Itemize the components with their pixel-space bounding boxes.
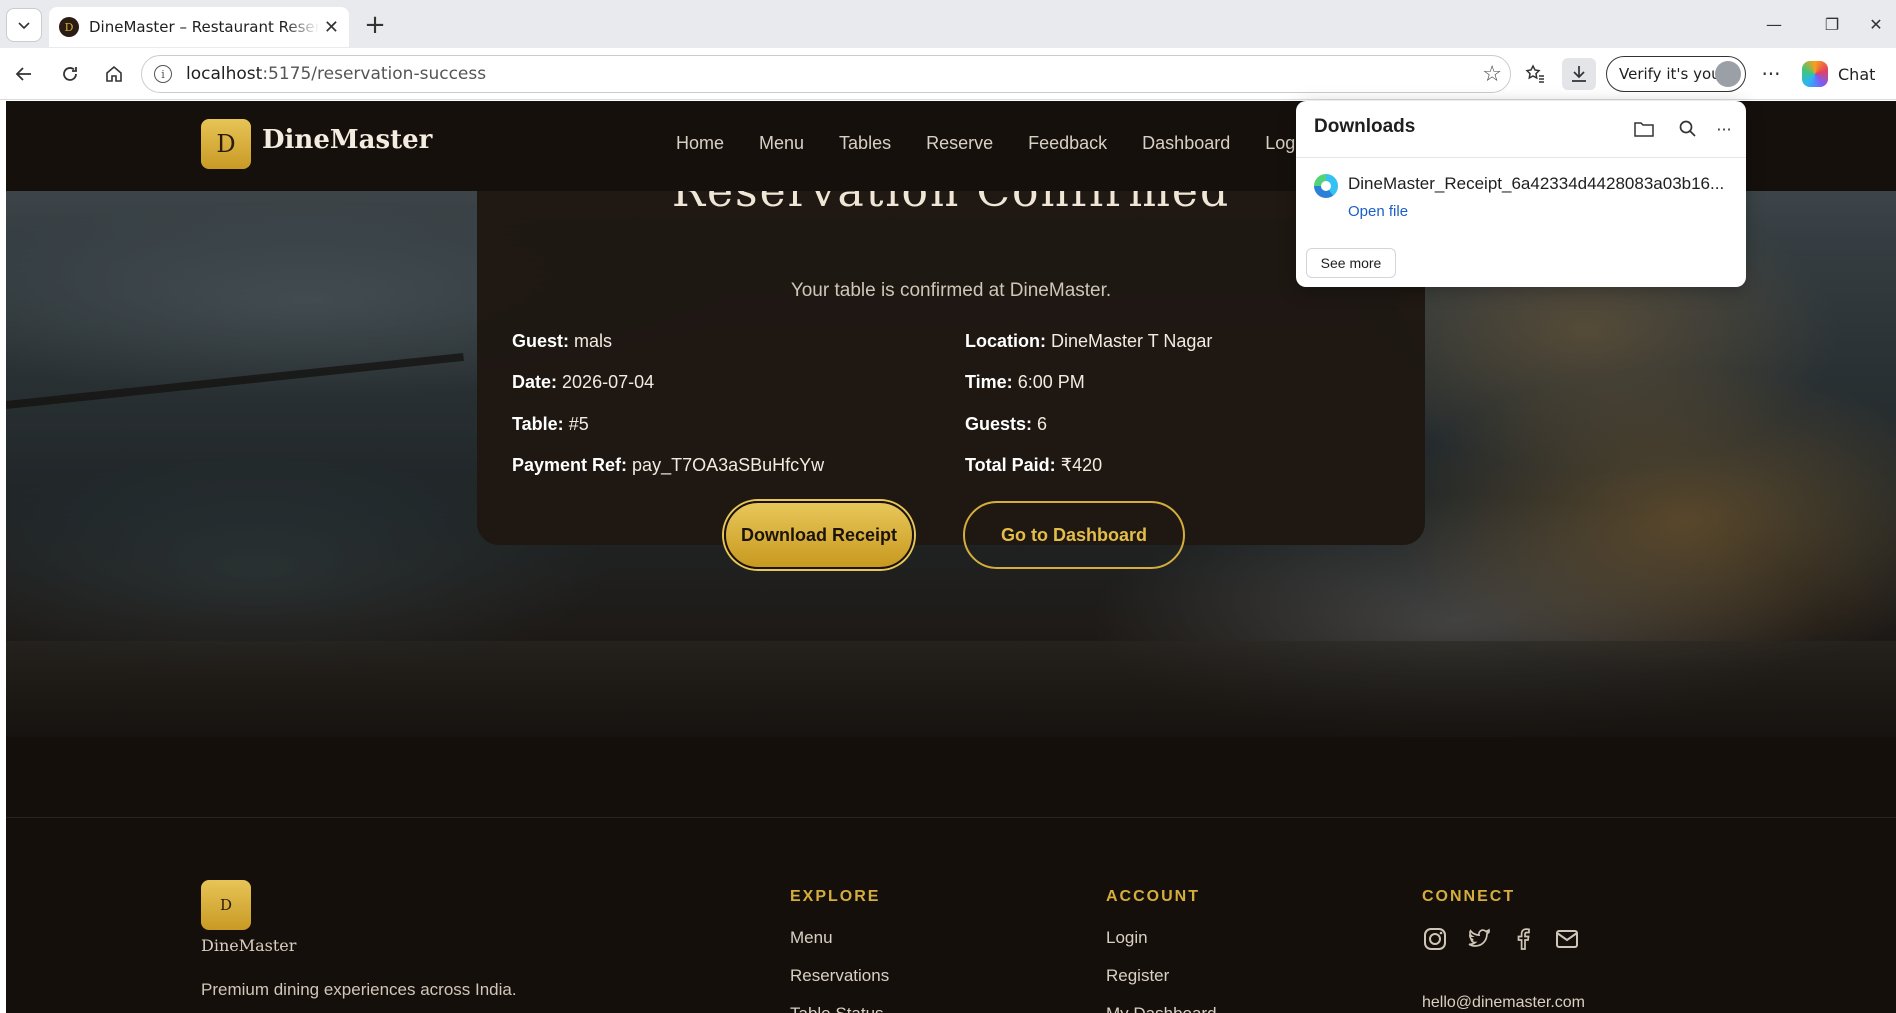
downloads-panel: Downloads ··· DineMaster_Receipt_6a42334…	[1296, 101, 1746, 287]
verify-profile-button[interactable]: Verify it's you	[1606, 56, 1746, 92]
browser-toolbar: i localhost:5175/reservation-success ☆ V…	[0, 48, 1896, 100]
logo[interactable]: D	[201, 119, 251, 169]
browser-tab[interactable]: D DineMaster – Restaurant Reservation ✕	[49, 7, 349, 47]
account-heading: ACCOUNT	[1106, 888, 1200, 905]
facebook-icon[interactable]	[1510, 926, 1536, 952]
confirmation-card: Reservation Confirmed Your table is conf…	[477, 157, 1425, 569]
nav-feedback[interactable]: Feedback	[1028, 133, 1107, 154]
footer-link-login[interactable]: Login	[1106, 928, 1148, 948]
close-window-icon[interactable]: ✕	[1856, 8, 1896, 40]
back-icon[interactable]	[8, 58, 40, 90]
time-detail: Time: 6:00 PM	[965, 372, 1085, 392]
refresh-icon[interactable]	[54, 58, 86, 90]
card-title: Reservation Confirmed	[477, 191, 1425, 211]
footer-email[interactable]: hello@dinemaster.com	[1422, 994, 1585, 1012]
folder-icon[interactable]	[1630, 115, 1658, 143]
restore-icon[interactable]: ❐	[1812, 8, 1852, 40]
tab-actions-button[interactable]	[6, 8, 42, 42]
close-tab-icon[interactable]: ✕	[324, 17, 339, 38]
connect-heading: CONNECT	[1422, 888, 1516, 905]
copilot-icon	[1802, 61, 1828, 87]
home-icon[interactable]	[98, 58, 130, 90]
edge-file-icon	[1314, 174, 1338, 198]
location-detail: Location: DineMaster T Nagar	[965, 331, 1213, 351]
copilot-chat-button[interactable]: Chat	[1802, 58, 1875, 90]
footer-tagline: Premium dining experiences across India.	[201, 980, 517, 999]
open-file-link[interactable]: Open file	[1348, 203, 1408, 220]
download-receipt-button[interactable]: Download Receipt	[724, 501, 914, 569]
chat-label: Chat	[1838, 64, 1876, 84]
nav-menu[interactable]: Menu	[759, 133, 804, 154]
nav-tables[interactable]: Tables	[839, 133, 891, 154]
confirmation-subtitle: Your table is confirmed at DineMaster.	[790, 280, 1112, 301]
tab-title: DineMaster – Restaurant Reservation	[89, 18, 319, 36]
avatar	[1715, 61, 1741, 87]
total-paid-detail: Total Paid: ₹420	[965, 455, 1103, 475]
address-bar[interactable]: i localhost:5175/reservation-success ☆	[141, 55, 1511, 93]
date-detail: Date: 2026-07-04	[512, 372, 655, 392]
favorites-icon[interactable]	[1518, 58, 1552, 90]
favorite-star-icon[interactable]: ☆	[1482, 62, 1502, 87]
nav-reserve[interactable]: Reserve	[926, 133, 993, 154]
minimize-icon[interactable]: —	[1754, 8, 1794, 40]
brand-name[interactable]: DineMaster	[262, 125, 432, 155]
more-icon[interactable]: ···	[1754, 58, 1788, 90]
go-to-dashboard-button[interactable]: Go to Dashboard	[963, 501, 1185, 569]
url-text: localhost:5175/reservation-success	[186, 64, 487, 84]
tab-favicon: D	[59, 17, 79, 37]
guest-detail: Guest: mals	[512, 331, 613, 351]
nav-home[interactable]: Home	[676, 133, 724, 154]
footer-link-my-dashboard[interactable]: My Dashboard	[1106, 1004, 1217, 1013]
explore-heading: EXPLORE	[790, 888, 881, 905]
see-more-button[interactable]: See more	[1306, 248, 1396, 278]
table-detail: Table: #5	[512, 414, 589, 434]
nav-links: Home Menu Tables Reserve Feedback Dashbo…	[676, 133, 1355, 154]
footer-brand: DineMaster	[201, 936, 297, 955]
search-icon[interactable]	[1674, 115, 1702, 143]
browser-tab-bar: D DineMaster – Restaurant Reservation ✕ …	[0, 0, 1896, 48]
new-tab-button[interactable]: +	[360, 10, 390, 40]
chevron-down-icon	[18, 22, 30, 30]
footer-link-table-status[interactable]: Table Status	[790, 1004, 884, 1013]
site-footer: D DineMaster Premium dining experiences …	[6, 817, 1896, 1013]
instagram-icon[interactable]	[1422, 926, 1448, 952]
footer-logo: D	[201, 880, 251, 930]
download-filename[interactable]: DineMaster_Receipt_6a42334d4428083a03b16…	[1348, 174, 1728, 194]
download-icon[interactable]	[1562, 58, 1596, 90]
site-info-icon[interactable]: i	[154, 65, 172, 83]
verify-label: Verify it's you	[1619, 65, 1721, 83]
mail-icon[interactable]	[1554, 926, 1580, 952]
twitter-icon[interactable]	[1466, 926, 1492, 952]
guests-detail: Guests: 6	[965, 414, 1048, 434]
footer-link-register[interactable]: Register	[1106, 966, 1169, 986]
more-options-icon[interactable]: ···	[1710, 115, 1738, 143]
footer-link-reservations[interactable]: Reservations	[790, 966, 889, 986]
nav-dashboard[interactable]: Dashboard	[1142, 133, 1230, 154]
footer-link-menu[interactable]: Menu	[790, 928, 833, 948]
downloads-title: Downloads	[1314, 116, 1416, 137]
payment-ref-detail: Payment Ref: pay_T7OA3aSBuHfcYw	[512, 455, 825, 475]
